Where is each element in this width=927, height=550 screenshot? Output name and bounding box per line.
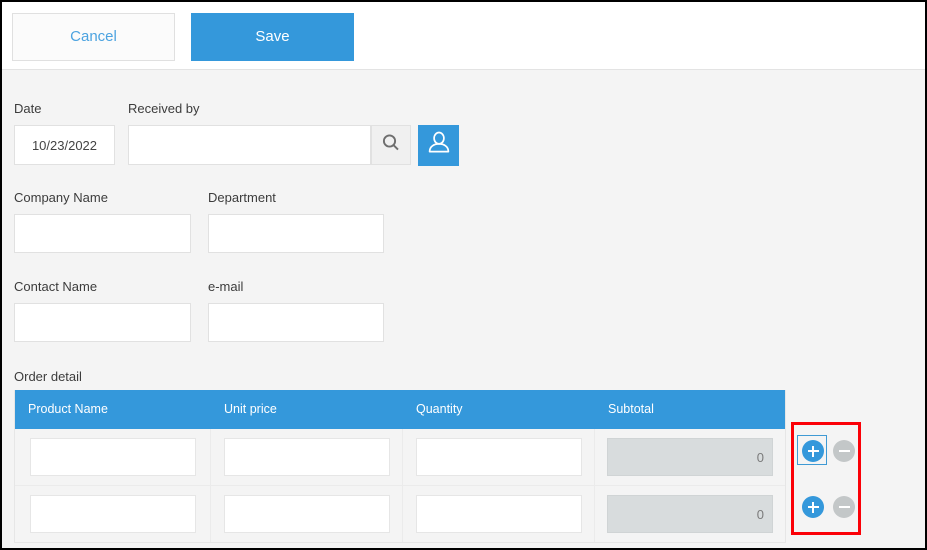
cell-product-name [15, 486, 211, 542]
email-input[interactable] [208, 303, 384, 342]
column-header-quantity: Quantity [403, 390, 595, 429]
cell-product-name [15, 429, 211, 485]
date-label: Date [14, 101, 41, 116]
unit-price-input[interactable] [224, 495, 390, 533]
column-header-unit-price: Unit price [211, 390, 403, 429]
remove-row-button[interactable] [833, 496, 855, 518]
quantity-input[interactable] [416, 495, 582, 533]
top-action-toolbar: Cancel Save [2, 2, 925, 70]
table-row [15, 429, 785, 486]
row-actions-2 [797, 479, 857, 535]
table-row [15, 486, 785, 542]
unit-price-input[interactable] [224, 438, 390, 476]
add-row-button[interactable] [802, 496, 824, 518]
date-input[interactable] [14, 125, 115, 165]
contact-name-label: Contact Name [14, 279, 97, 294]
department-input[interactable] [208, 214, 384, 253]
plus-circle-icon [812, 502, 814, 513]
contact-name-input[interactable] [14, 303, 191, 342]
plus-circle-icon [812, 446, 814, 457]
save-button[interactable]: Save [191, 13, 354, 61]
search-icon [381, 133, 401, 158]
row-actions-1 [797, 423, 857, 479]
cancel-button[interactable]: Cancel [12, 13, 175, 61]
department-label: Department [208, 190, 276, 205]
received-by-label: Received by [128, 101, 200, 116]
column-header-product-name: Product Name [15, 390, 211, 429]
cell-subtotal [595, 486, 785, 542]
cell-quantity [403, 429, 595, 485]
email-label: e-mail [208, 279, 243, 294]
quantity-input[interactable] [416, 438, 582, 476]
select-user-button[interactable] [418, 125, 459, 166]
add-row-button[interactable] [802, 440, 824, 462]
minus-circle-icon [839, 506, 850, 508]
product-name-input[interactable] [30, 495, 196, 533]
cell-unit-price [211, 429, 403, 485]
cell-subtotal [595, 429, 785, 485]
order-detail-table: Product Name Unit price Quantity Subtota… [14, 390, 786, 543]
subtotal-value [607, 438, 773, 476]
remove-row-button[interactable] [833, 440, 855, 462]
search-button[interactable] [371, 125, 411, 165]
received-by-input[interactable] [128, 125, 371, 165]
table-header-row: Product Name Unit price Quantity Subtota… [15, 390, 785, 429]
minus-circle-icon [839, 450, 850, 452]
company-name-input[interactable] [14, 214, 191, 253]
company-name-label: Company Name [14, 190, 108, 205]
order-detail-label: Order detail [14, 369, 82, 384]
cell-quantity [403, 486, 595, 542]
product-name-input[interactable] [30, 438, 196, 476]
cell-unit-price [211, 486, 403, 542]
person-icon [426, 130, 452, 161]
subtotal-value [607, 495, 773, 533]
column-header-subtotal: Subtotal [595, 390, 785, 429]
order-entry-window: Cancel Save Date Received by [0, 0, 927, 550]
form-body: Date Received by Company Name [2, 70, 925, 548]
